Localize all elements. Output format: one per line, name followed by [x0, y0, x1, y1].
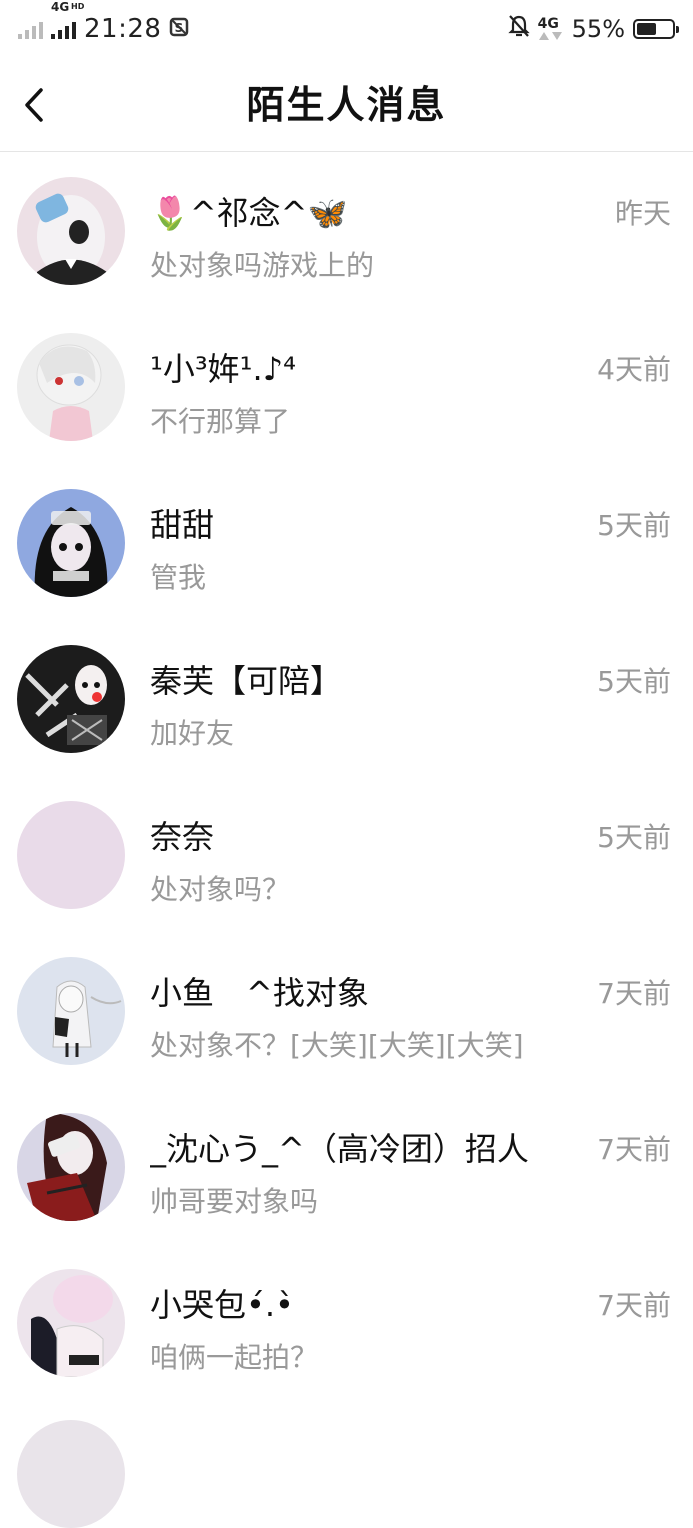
avatar[interactable]	[17, 333, 125, 441]
sender-name: 秦芙【可陪】	[150, 662, 343, 700]
message-preview: 加好友	[150, 717, 235, 750]
avatar[interactable]	[17, 801, 125, 909]
message-preview: 管我	[150, 561, 207, 594]
status-left: 4G HD 21:28 S	[18, 1, 189, 44]
network-4g2-icon: 4G	[538, 16, 564, 42]
mute-bell-icon	[508, 14, 530, 45]
list-item[interactable]: ¹小³姩¹.♪⁴ 不行那算了 4天前	[0, 308, 693, 464]
data-saver-icon: S	[169, 14, 189, 44]
sender-name: 小哭包•́.•̀	[150, 1286, 294, 1324]
status-right: 4G 55%	[508, 14, 679, 45]
avatar[interactable]	[17, 957, 125, 1065]
message-time: 4天前	[597, 353, 671, 386]
message-time: 5天前	[597, 665, 671, 698]
message-time: 7天前	[597, 1289, 671, 1322]
list-item[interactable]: 小鱼 ^找对象 处对象不？[大笑][大笑][大笑] 7天前	[0, 932, 693, 1088]
sender-name: _沈心う_^（高冷团）招人	[150, 1130, 529, 1168]
message-preview: 咱俩一起拍？	[150, 1341, 319, 1374]
sender-name: ¹小³姩¹.♪⁴	[150, 350, 296, 388]
message-preview: 不行那算了	[150, 405, 291, 438]
network-4g-icon: 4G HD	[51, 1, 84, 39]
message-preview: 处对象吗？	[150, 873, 291, 906]
avatar[interactable]	[17, 1420, 125, 1528]
avatar[interactable]	[17, 489, 125, 597]
list-item[interactable]: 甜甜 管我 5天前	[0, 464, 693, 620]
message-time: 昨天	[614, 197, 671, 230]
network-sup-label: HD	[71, 2, 85, 11]
signal-full-icon	[51, 19, 76, 39]
status-bar: 4G HD 21:28 S 4G	[0, 0, 693, 58]
avatar[interactable]	[17, 645, 125, 753]
list-item[interactable]: 奈奈 处对象吗？ 5天前	[0, 776, 693, 932]
message-time: 7天前	[597, 977, 671, 1010]
page-title: 陌生人消息	[246, 83, 447, 127]
clock: 21:28	[84, 14, 162, 44]
nav-header: 陌生人消息	[0, 58, 693, 152]
avatar[interactable]	[17, 1113, 125, 1221]
sender-name: 🌷^祁念^🦋	[150, 194, 348, 232]
message-time: 5天前	[597, 509, 671, 542]
signal-empty-icon	[18, 19, 43, 39]
message-preview: 帅哥要对象吗	[150, 1185, 319, 1218]
avatar[interactable]	[17, 1269, 125, 1377]
network-secondary-label: 4G	[537, 16, 559, 32]
message-time: 7天前	[597, 1133, 671, 1166]
avatar[interactable]	[17, 177, 125, 285]
battery-percent: 55%	[571, 15, 625, 43]
list-item[interactable]: _沈心う_^（高冷团）招人 帅哥要对象吗 7天前	[0, 1088, 693, 1244]
sender-name: 甜甜	[150, 506, 215, 544]
list-item[interactable]: 小哭包•́.•̀ 咱俩一起拍？ 7天前	[0, 1244, 693, 1400]
sender-name: 小鱼 ^找对象	[150, 974, 369, 1012]
battery-icon	[633, 19, 679, 39]
message-preview: 处对象不？[大笑][大笑][大笑]	[150, 1029, 524, 1062]
message-time: 5天前	[597, 821, 671, 854]
list-item[interactable]: 秦芙【可陪】 加好友 5天前	[0, 620, 693, 776]
network-label: 4G	[51, 0, 70, 14]
sender-name: 奈奈	[150, 818, 215, 856]
message-list: 🌷^祁念^🦋 处对象吗游戏上的 昨天 ¹小³姩¹.♪⁴ 不行那算了 4天前 甜甜…	[0, 152, 693, 1400]
list-item[interactable]: 🌷^祁念^🦋 处对象吗游戏上的 昨天	[0, 152, 693, 308]
message-preview: 处对象吗游戏上的	[150, 249, 375, 282]
